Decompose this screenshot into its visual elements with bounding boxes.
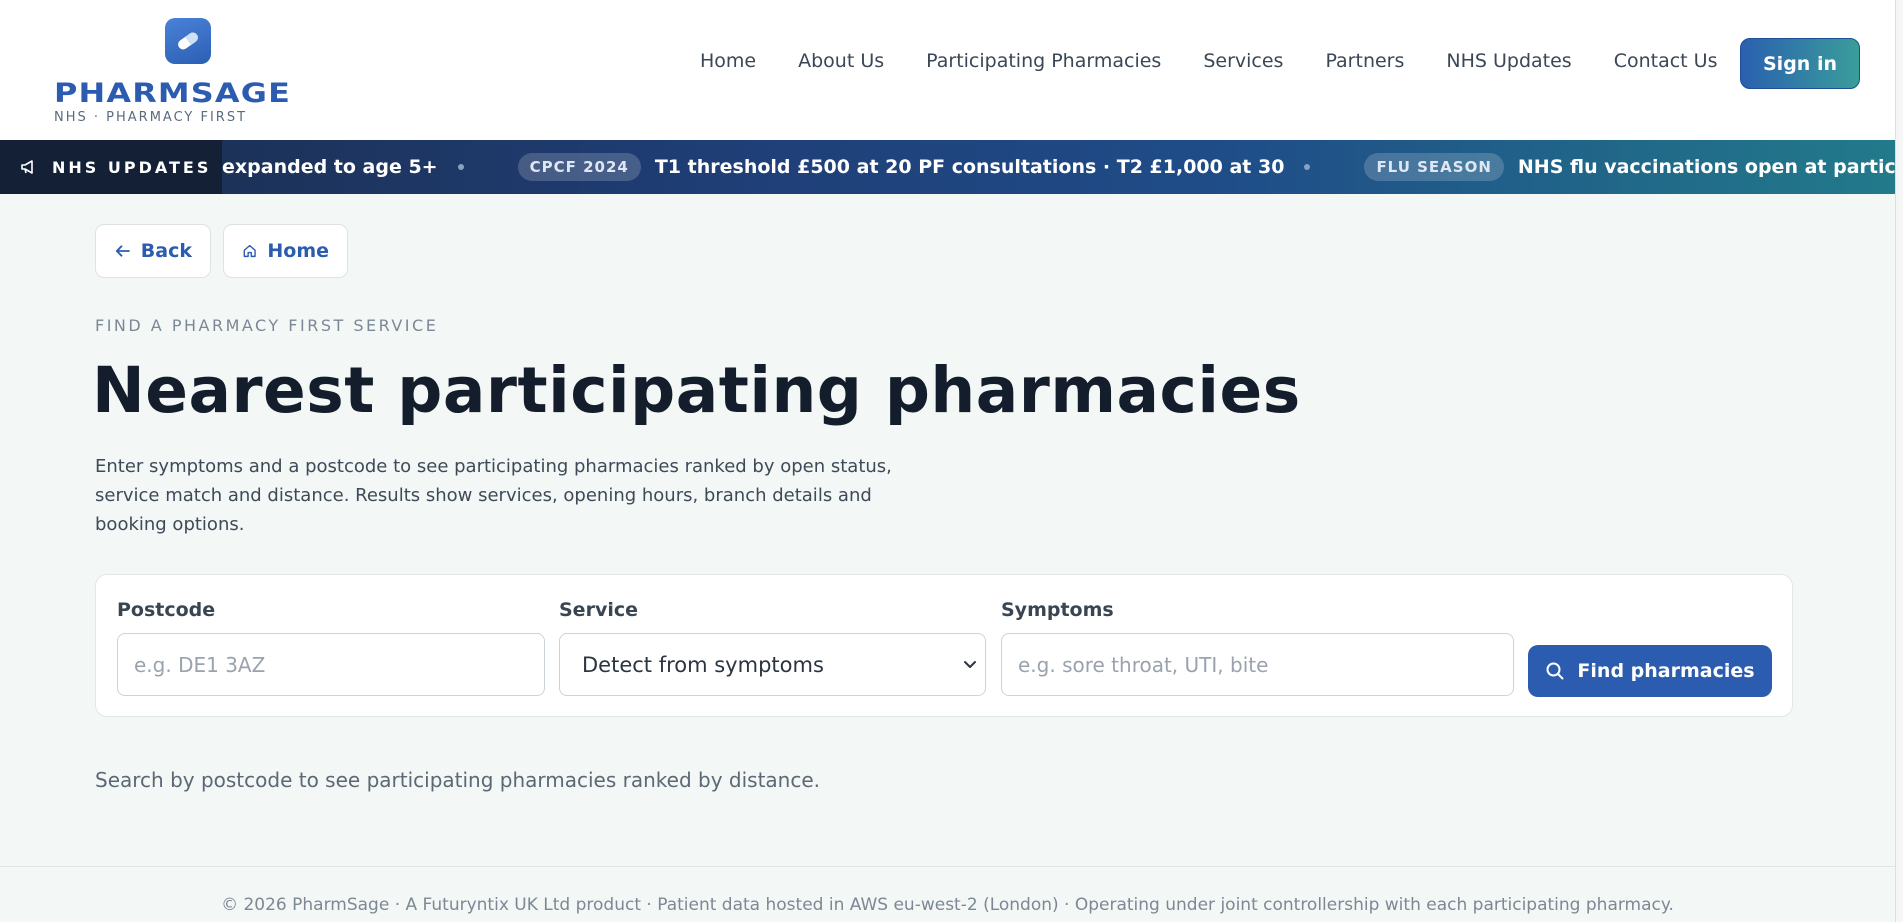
postcode-input[interactable]: [134, 652, 528, 677]
symptoms-input[interactable]: [1018, 652, 1497, 677]
chevron-down-icon: [964, 660, 976, 668]
ticker-title: NHS UPDATES: [52, 157, 212, 177]
nhs-updates-ticker: NHS UPDATES expanded to age 5+ CPCF 2024…: [0, 140, 1895, 194]
find-pharmacies-label: Find pharmacies: [1577, 660, 1755, 682]
service-label: Service: [559, 599, 638, 621]
find-pharmacies-button[interactable]: Find pharmacies: [1528, 645, 1772, 697]
nav-nhs-updates[interactable]: NHS Updates: [1446, 50, 1571, 72]
back-button[interactable]: Back: [95, 224, 211, 278]
page-description: Enter symptoms and a postcode to see par…: [95, 456, 892, 535]
ticker-item-text[interactable]: expanded to age 5+: [222, 156, 438, 178]
nav-about-us[interactable]: About Us: [798, 50, 884, 72]
brand-tagline: NHS · PHARMACY FIRST: [54, 110, 248, 125]
ticker-separator: [457, 164, 464, 170]
ticker-label: NHS UPDATES: [0, 140, 222, 194]
ticker-track: expanded to age 5+ CPCF 2024 T1 threshol…: [222, 140, 1895, 194]
search-card: Postcode Service Detect from symptoms Sy…: [95, 574, 1793, 717]
page-title: Nearest participating pharmacies: [92, 354, 1301, 427]
ticker-item-text[interactable]: T1 threshold £500 at 20 PF consultations…: [655, 156, 1285, 178]
pill-icon[interactable]: [165, 18, 211, 64]
home-button[interactable]: Home: [223, 224, 348, 278]
page-eyebrow: FIND A PHARMACY FIRST SERVICE: [95, 316, 439, 335]
main-nav: Home About Us Participating Pharmacies S…: [700, 50, 1759, 72]
postcode-field[interactable]: [117, 633, 545, 696]
nav-services[interactable]: Services: [1203, 50, 1283, 72]
symptoms-label: Symptoms: [1001, 599, 1114, 621]
home-label: Home: [267, 240, 329, 262]
house-icon: [243, 244, 256, 258]
nav-contact-us[interactable]: Contact Us: [1614, 50, 1718, 72]
service-select[interactable]: Detect from symptoms: [559, 633, 986, 696]
search-icon: [1546, 662, 1564, 680]
postcode-label: Postcode: [117, 599, 216, 621]
footer-text: © 2026 PharmSage · A Futuryntix UK Ltd p…: [221, 895, 1674, 915]
megaphone-icon: [21, 160, 33, 174]
service-selected-value: Detect from symptoms: [582, 652, 824, 677]
brand-name[interactable]: PHARMSAGE: [54, 78, 291, 109]
ticker-badge: CPCF 2024: [517, 153, 641, 181]
ticker-item-text[interactable]: NHS flu vaccinations open at participati…: [1518, 156, 1895, 178]
scrollbar-track[interactable]: [1895, 0, 1903, 922]
footer-divider: [0, 866, 1895, 867]
site-header: PHARMSAGE NHS · PHARMACY FIRST Home Abou…: [0, 0, 1895, 140]
arrow-left-icon: [115, 245, 130, 257]
sign-in-button[interactable]: Sign in: [1740, 38, 1860, 89]
nav-home[interactable]: Home: [700, 50, 756, 72]
back-label: Back: [140, 240, 192, 262]
nav-participating-pharmacies[interactable]: Participating Pharmacies: [926, 50, 1161, 72]
search-hint: Search by postcode to see participating …: [95, 768, 821, 792]
ticker-separator: [1304, 164, 1311, 170]
nav-partners[interactable]: Partners: [1325, 50, 1404, 72]
symptoms-field[interactable]: [1001, 633, 1514, 696]
ticker-badge: FLU SEASON: [1364, 153, 1504, 181]
